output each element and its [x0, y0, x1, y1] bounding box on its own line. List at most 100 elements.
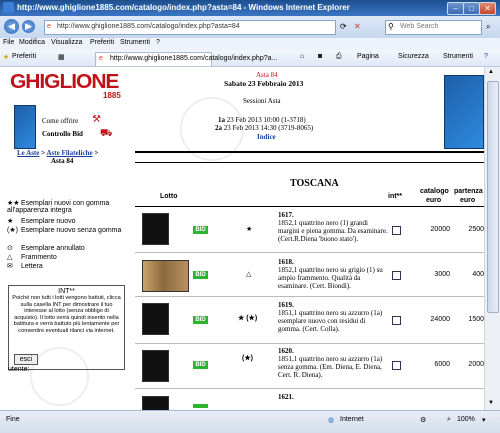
tab-current[interactable]: e http://www.ghiglione1885.com/catalogo/…	[95, 52, 277, 66]
lot-thumbnail[interactable]	[142, 303, 169, 335]
menu-strumenti[interactable]: Strumenti	[120, 39, 150, 46]
cart-icon: ⛟	[100, 128, 113, 139]
divider	[135, 206, 484, 207]
sicurezza-menu[interactable]: Sicurezza	[398, 53, 429, 60]
window-titlebar: http://www.ghiglione1885.com/catalogo/in…	[0, 0, 500, 16]
bid-button[interactable]: BID	[193, 271, 208, 279]
menu-file[interactable]: File	[3, 39, 14, 46]
come-offrire-link[interactable]: Come offrire	[42, 117, 78, 125]
lot-thumbnail[interactable]	[142, 213, 169, 245]
address-text: http://www.ghiglione1885.com/catalogo/in…	[57, 23, 240, 30]
int-checkbox[interactable]	[392, 316, 401, 325]
esci-button[interactable]: esci	[14, 354, 38, 365]
col-int: int**	[388, 193, 402, 200]
int-checkbox[interactable]	[392, 226, 401, 235]
vertical-scrollbar[interactable]: ▲ ▼	[484, 67, 500, 410]
bid-button[interactable]: BID	[193, 316, 208, 324]
menu-visualizza[interactable]: Visualizza	[51, 39, 82, 46]
globe-icon: ◍	[328, 417, 335, 424]
protected-mode-icon[interactable]: ⚙	[420, 416, 426, 424]
user-label: utente:	[8, 366, 30, 373]
col-lotto: Lotto	[160, 193, 178, 200]
divider	[135, 296, 484, 297]
strumenti-menu[interactable]: Strumenti	[443, 53, 473, 60]
int-note-text: Poiché non tutti i lotti vengono battuti…	[12, 295, 121, 334]
scroll-thumb[interactable]	[487, 81, 499, 313]
bid-button[interactable]	[193, 404, 208, 408]
menu-help[interactable]: ?	[156, 39, 160, 46]
bid-button[interactable]: BID	[193, 361, 208, 369]
pagina-menu[interactable]: Pagina	[357, 53, 379, 60]
divider	[135, 343, 484, 344]
menu-modifica[interactable]: Modifica	[19, 39, 45, 46]
partenza-value: 400	[472, 271, 484, 278]
search-icon[interactable]: ⌕	[486, 22, 490, 32]
ie-icon	[3, 2, 14, 13]
fragment-icon: △	[7, 254, 13, 261]
lot-thumbnail[interactable]	[142, 350, 169, 382]
help-icon[interactable]: ?	[484, 53, 488, 60]
zoom-level[interactable]: 100%	[457, 416, 475, 423]
legend-box: ★★Esemplari nuovi con gomma all'apparenz…	[2, 197, 122, 281]
forward-button[interactable]: ▶	[22, 20, 35, 33]
condition-mixed-icon: ★ (★)	[238, 315, 258, 322]
no-gum-icon: (★)	[7, 227, 18, 234]
legend-row: ⊙ Esemplare annullato	[7, 245, 85, 252]
int-checkbox[interactable]	[392, 361, 401, 370]
star-icon[interactable]: ★	[3, 53, 9, 61]
lot-thumbnail[interactable]	[142, 396, 169, 410]
scroll-down-icon[interactable]: ▼	[488, 400, 494, 406]
favorites-bar: ★ Preferiti ▦ e http://www.ghiglione1885…	[0, 50, 500, 67]
address-bar[interactable]: e http://www.ghiglione1885.com/catalogo/…	[44, 20, 336, 35]
bid-button[interactable]: BID	[193, 226, 208, 234]
lot-description: 1620. 1851,1 quattrino nero su azzurro (1…	[278, 347, 383, 379]
scroll-up-icon[interactable]: ▲	[488, 69, 494, 75]
zoom-dropdown-icon[interactable]: ▾	[482, 416, 486, 424]
stop-icon[interactable]: ✕	[354, 22, 361, 31]
lot-thumbnail[interactable]	[142, 260, 189, 292]
print-icon[interactable]: ⎙	[336, 53, 342, 61]
letter-icon: ✉	[7, 263, 13, 270]
asta-date: Sabato 23 Febbraio 2013	[224, 79, 304, 88]
close-button[interactable]: ✕	[479, 2, 496, 15]
search-box[interactable]: ⚲ Web Search	[385, 20, 482, 35]
sessions-label: Sessioni Asta	[243, 97, 281, 105]
feeds-icon[interactable]: ◙	[318, 53, 322, 60]
legend-row: ✉ Lettera	[7, 263, 43, 270]
menu-preferiti[interactable]: Preferiti	[90, 39, 114, 46]
search-input[interactable]: Web Search	[400, 23, 438, 30]
used-icon: ⊙	[7, 245, 13, 252]
divider	[135, 151, 484, 153]
catalogo-value: 24000	[430, 316, 450, 323]
page-icon: e	[99, 55, 103, 62]
zone-text: Internet	[340, 416, 364, 423]
maximize-button[interactable]: □	[463, 2, 480, 15]
catalog-cover-image[interactable]	[444, 75, 484, 149]
breadcrumb-aste[interactable]: Le Aste	[17, 149, 39, 157]
col-partenza-unit: euro	[460, 197, 476, 204]
hammer-icon: ⚒	[92, 114, 101, 125]
mint-nh-icon: ★★	[7, 200, 20, 207]
home-icon[interactable]: ⌂	[300, 53, 304, 60]
session-2: 2a 23 Feb 2013 14:30 (3719-8065)	[215, 124, 314, 132]
favorites-button[interactable]: Preferiti	[12, 53, 36, 60]
refresh-icon[interactable]: ⟳	[340, 22, 347, 31]
catalog-cover-image[interactable]	[14, 105, 36, 149]
int-checkbox[interactable]	[392, 271, 401, 280]
navigation-bar: ◀ ▶ e http://www.ghiglione1885.com/catal…	[0, 16, 500, 38]
index-link[interactable]: Indice	[257, 133, 276, 141]
back-button[interactable]: ◀	[4, 19, 19, 34]
status-bar: Fine ◍ Internet ⚙ ⌕ 100% ▾	[0, 410, 500, 433]
section-title: TOSCANA	[290, 178, 339, 189]
page-content: GHIGLIONE 1885 Come offrire ⚒ Controllo …	[0, 67, 484, 410]
tab-grid-icon[interactable]: ▦	[58, 53, 65, 61]
breadcrumb: Le Aste > Aste Filateliche >	[17, 149, 98, 157]
catalogo-value: 3000	[434, 271, 450, 278]
breadcrumb-filateliche[interactable]: Aste Filateliche	[46, 149, 92, 157]
partenza-value: 2500	[468, 226, 484, 233]
int-note-title: INT**	[58, 288, 75, 295]
breadcrumb-sep: >	[94, 149, 99, 157]
minimize-button[interactable]: –	[447, 2, 464, 15]
controllo-bid-link[interactable]: Controllo Bid	[42, 130, 83, 138]
zoom-icon[interactable]: ⌕	[447, 416, 451, 424]
